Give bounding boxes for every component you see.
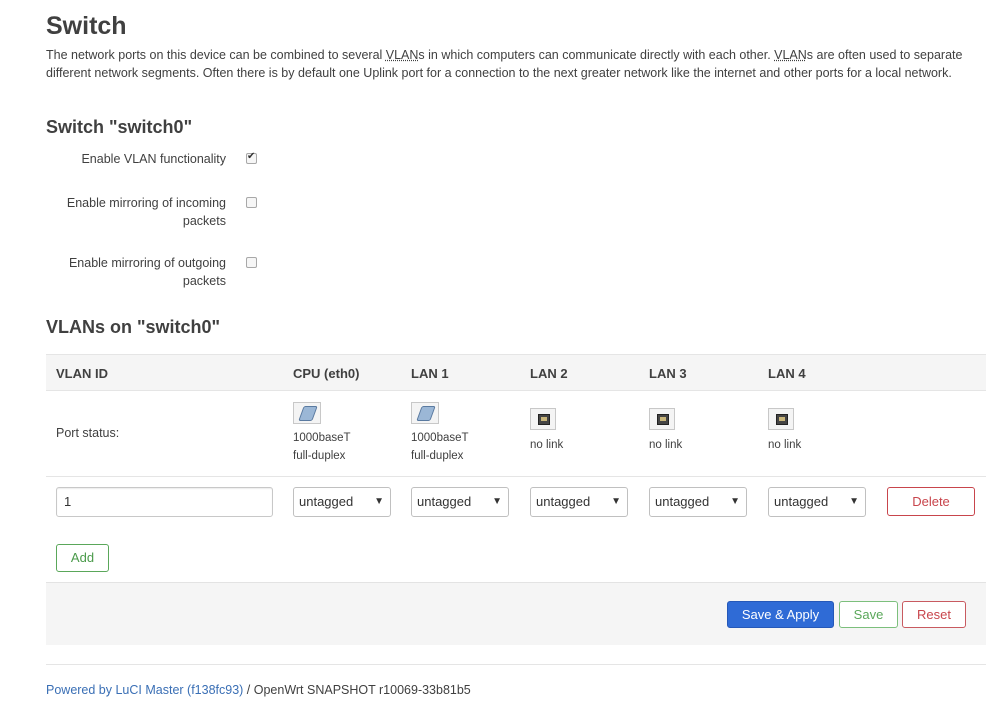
table-header: VLAN ID CPU (eth0) LAN 1 LAN 2 LAN 3 LAN… [46,354,986,391]
port-nolink-icon [530,408,556,430]
port-link-status: no link [530,439,564,451]
port-link-status: no link [649,439,683,451]
column-lan4: LAN 4 [768,366,806,381]
column-vlan-id: VLAN ID [56,366,108,381]
vlan-abbreviation: VLAN [774,48,807,62]
column-lan1: LAN 1 [411,366,449,381]
port-nolink-icon [649,408,675,430]
port-duplex: full-duplex [411,450,464,462]
luci-link[interactable]: Powered by LuCI Master (f138fc93) [46,683,243,697]
dropdown-arrow-icon: ▼ [374,496,384,507]
save-apply-button[interactable]: Save & Apply [727,601,834,628]
action-bar: Save & Apply Save Reset [46,582,986,645]
port-speed: 1000baseT [411,432,469,444]
select-value: untagged [417,494,472,509]
dropdown-arrow-icon: ▼ [730,496,740,507]
enable-vlan-label: Enable VLAN functionality [81,152,226,166]
lan2-tagging-select[interactable]: untagged ▼ [530,487,628,517]
lan1-tagging-select[interactable]: untagged ▼ [411,487,509,517]
port-lan1: 1000baseT full-duplex [411,402,469,465]
save-button[interactable]: Save [839,601,898,628]
enable-vlan-checkbox[interactable] [246,151,257,164]
port-lan3: no link [649,402,682,454]
port-status-row: Port status: 1000baseT full-duplex 1000b… [46,391,986,477]
port-duplex: full-duplex [293,450,346,462]
vlans-heading: VLANs on "switch0" [46,317,221,337]
column-lan2: LAN 2 [530,366,568,381]
vlan-abbreviation: VLAN [385,48,419,62]
lan4-tagging-select[interactable]: untagged ▼ [768,487,866,517]
port-status-label: Port status: [56,426,120,440]
page-title: Switch [46,12,127,40]
select-value: untagged [299,494,354,509]
vlan-id-input[interactable]: 1 [56,487,273,517]
reset-button[interactable]: Reset [902,601,966,628]
column-lan3: LAN 3 [649,366,687,381]
mirror-incoming-checkbox[interactable] [246,197,257,208]
version-text: / OpenWrt SNAPSHOT r10069-33b81b5 [243,683,471,697]
select-value: untagged [655,494,710,509]
mirror-outgoing-label: Enable mirroring of outgoing packets [68,256,226,288]
mirror-incoming-label: Enable mirroring of incoming packets [66,196,226,228]
switch-heading: Switch "switch0" [46,117,193,137]
footer: Powered by LuCI Master (f138fc93) / Open… [46,683,471,697]
description-text: s in which computers can communicate dir… [418,48,775,62]
select-value: untagged [774,494,829,509]
port-lan4: no link [768,402,801,454]
footer-divider [46,664,986,665]
port-speed: 1000baseT [293,432,351,444]
vlan-row: 1 untagged ▼ untagged ▼ untagged ▼ untagged… [46,477,986,537]
dropdown-arrow-icon: ▼ [849,496,859,507]
delete-vlan-button[interactable]: Delete [887,487,975,516]
dropdown-arrow-icon: ▼ [492,496,502,507]
port-cpu: 1000baseT full-duplex [293,402,351,465]
mirror-outgoing-checkbox[interactable] [246,257,257,268]
port-link-status: no link [768,439,802,451]
lan3-tagging-select[interactable]: untagged ▼ [649,487,747,517]
dropdown-arrow-icon: ▼ [611,496,621,507]
description-text: The network ports on this device can be … [46,48,386,62]
port-lan2: no link [530,402,563,454]
port-nolink-icon [768,408,794,430]
cable-connected-icon [293,402,321,424]
column-cpu: CPU (eth0) [293,366,360,381]
page-description: The network ports on this device can be … [46,46,976,82]
select-value: untagged [536,494,591,509]
add-vlan-button[interactable]: Add [56,544,109,572]
cpu-tagging-select[interactable]: untagged ▼ [293,487,391,517]
cable-connected-icon [411,402,439,424]
